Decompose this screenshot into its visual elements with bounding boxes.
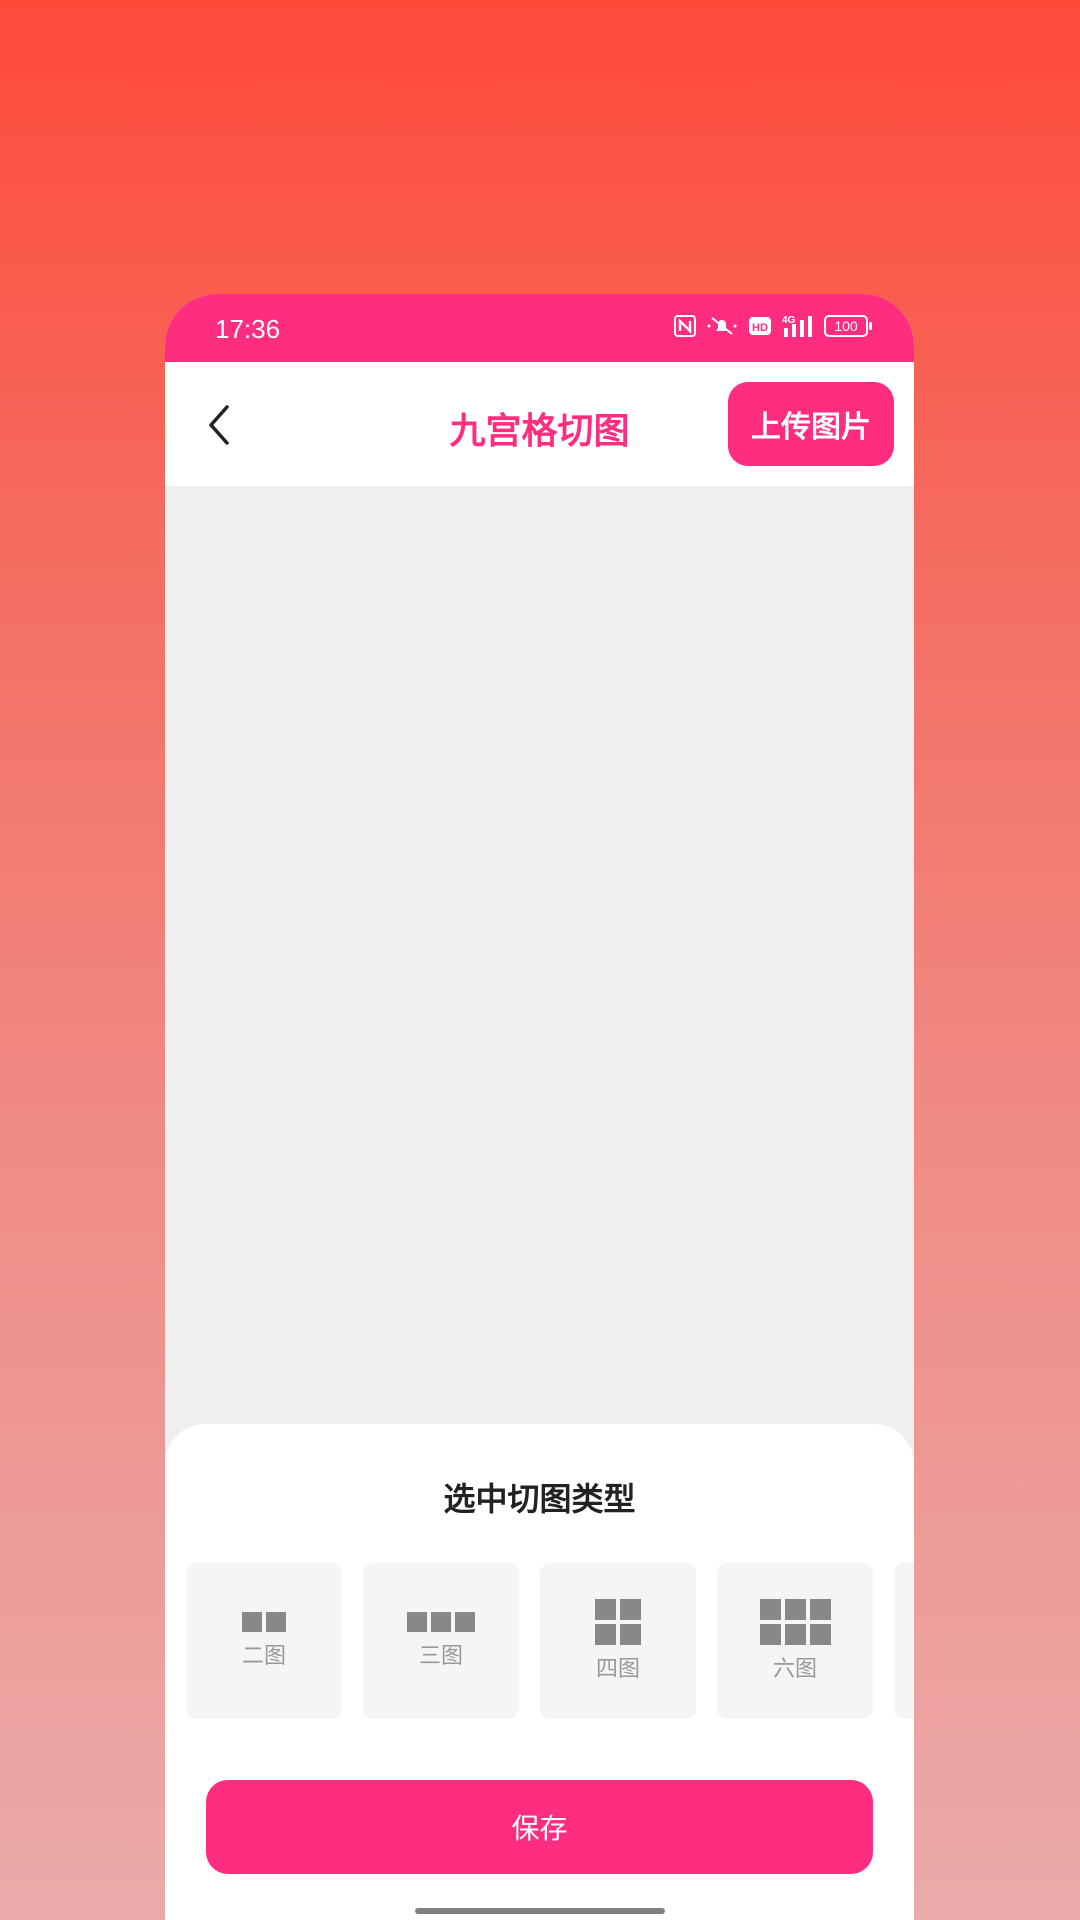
grid-2-icon (242, 1612, 286, 1632)
grid-3-icon (407, 1612, 475, 1632)
signal-4g-icon: 4G (782, 314, 814, 338)
cut-type-label: 二图 (241, 1644, 286, 1669)
app-header: 九宫格切图 上传图片 (165, 362, 914, 486)
battery-level: 100 (834, 318, 858, 334)
hd-label: HD (752, 322, 768, 334)
sheet-title: 选中切图类型 (443, 1480, 636, 1518)
hd-icon: HD (748, 316, 772, 336)
cut-type-more[interactable] (894, 1563, 914, 1719)
cut-type-four[interactable]: 四图 (540, 1563, 696, 1719)
mute-icon (706, 315, 738, 337)
upload-image-button[interactable]: 上传图片 (728, 382, 894, 466)
phone-frame: 17:36 HD 4G 100 九宫格切图 上传图片 选中切图类型 二图 三图 … (165, 294, 914, 1920)
nfc-icon (674, 315, 696, 337)
grid-6-icon (759, 1599, 831, 1645)
cut-type-list[interactable]: 二图 三图 四图 六图 (186, 1563, 914, 1719)
cut-type-label: 三图 (418, 1644, 463, 1669)
cut-type-three[interactable]: 三图 (363, 1563, 519, 1719)
bottom-sheet: 选中切图类型 二图 三图 四图 六图 保存 (165, 1424, 914, 1920)
status-icons: HD 4G 100 (674, 314, 872, 338)
cut-type-six[interactable]: 六图 (717, 1563, 873, 1719)
cut-type-label: 六图 (772, 1657, 817, 1682)
grid-4-icon (595, 1599, 641, 1645)
cut-type-two[interactable]: 二图 (186, 1563, 342, 1719)
status-time: 17:36 (215, 314, 281, 344)
status-bar: 17:36 HD 4G 100 (165, 294, 914, 362)
home-indicator[interactable] (415, 1908, 665, 1914)
battery-icon: 100 (824, 315, 872, 337)
image-canvas[interactable] (165, 486, 914, 1421)
cut-type-label: 四图 (595, 1657, 640, 1682)
save-button[interactable]: 保存 (206, 1780, 873, 1874)
